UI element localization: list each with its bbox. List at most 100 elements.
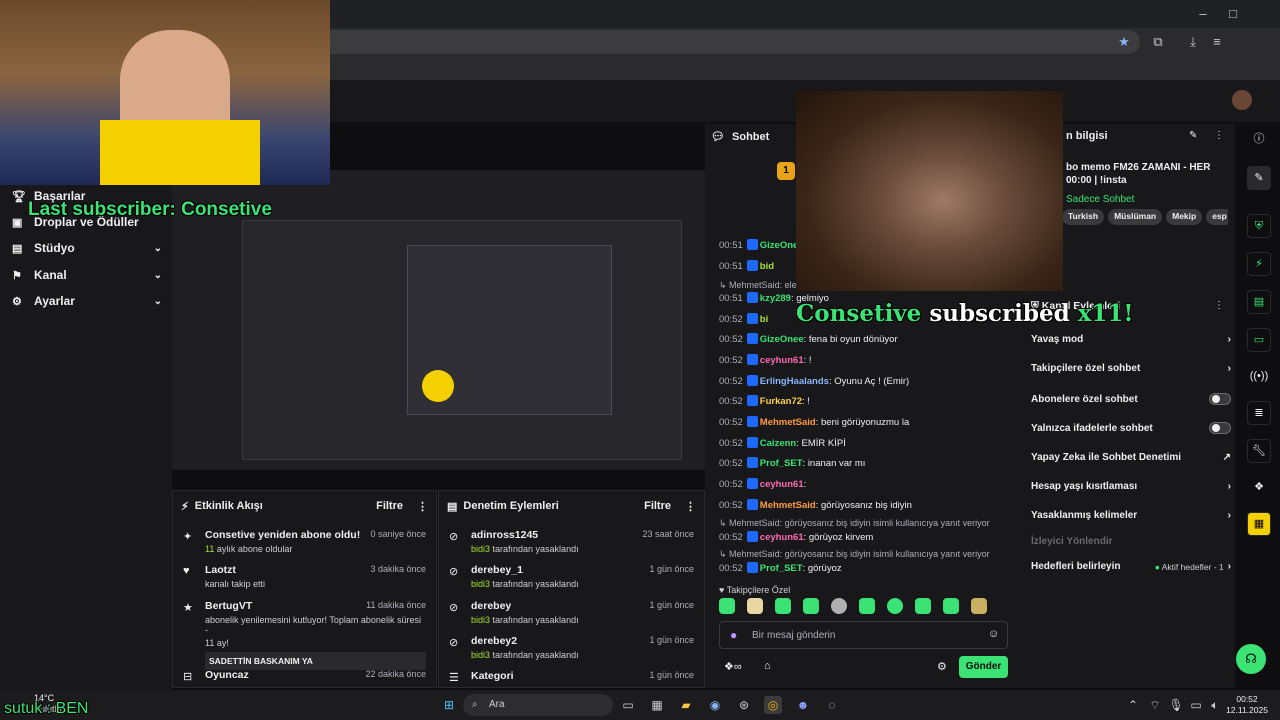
- emote-picker-icon[interactable]: ☺: [988, 628, 999, 640]
- address-bar[interactable]: [330, 30, 1140, 54]
- lightning-icon[interactable]: ⚡︎: [1247, 252, 1271, 276]
- banned-words-row[interactable]: Yasaklanmış kelimeler ›: [1031, 510, 1231, 521]
- bits-icon[interactable]: ❖: [1247, 476, 1271, 500]
- chat-timestamp: 00:52: [719, 438, 743, 449]
- activity-feed-panel: ⚡︎ Etkinlik Akışı Filtre ⋮ ✦ Consetive y…: [172, 490, 437, 688]
- chat-username[interactable]: ceyhun61: [760, 479, 804, 490]
- tag[interactable]: Mekip: [1166, 209, 1203, 225]
- stream-tag-overlay: sutuk : BEN: [4, 700, 89, 717]
- tag[interactable]: esp: [1206, 209, 1228, 225]
- slow-mode-row[interactable]: Yavaş mod ›: [1031, 334, 1231, 345]
- emote-icon[interactable]: [915, 598, 931, 614]
- followers-only-row[interactable]: Takipçilere özel sohbet ›: [1031, 363, 1231, 374]
- more-icon[interactable]: ⋮: [1214, 130, 1224, 141]
- emote-icon[interactable]: [803, 598, 819, 614]
- chat-username[interactable]: bid: [760, 261, 774, 272]
- wrench-icon[interactable]: 🔧︎: [1247, 439, 1271, 463]
- microphone-icon[interactable]: 🎙︎: [1167, 696, 1185, 714]
- chat-username[interactable]: Caizenn: [760, 438, 796, 449]
- more-icon[interactable]: ⋮: [417, 500, 428, 513]
- bookmark-star-icon[interactable]: ★: [1114, 32, 1134, 52]
- support-icon[interactable]: ☊: [1236, 644, 1266, 674]
- taskbar-search[interactable]: ⌕ Ara: [463, 694, 613, 716]
- more-icon[interactable]: ⋮: [1214, 300, 1224, 311]
- goals-row[interactable]: Hedefleri belirleyin ● Aktif hedefler - 1…: [1031, 561, 1231, 572]
- emote-icon[interactable]: [747, 598, 763, 614]
- task-view-icon[interactable]: ▭: [619, 696, 637, 714]
- reply-text: MehmetSaid: elek: [729, 280, 802, 290]
- discord-icon[interactable]: ☻: [794, 696, 812, 714]
- chat-username[interactable]: Prof_SET: [760, 458, 803, 469]
- activity-filter-button[interactable]: Filtre: [376, 500, 403, 512]
- chat-text: : inanan var mı: [802, 458, 866, 469]
- shield-icon[interactable]: ⛨: [1247, 214, 1271, 238]
- steam-icon[interactable]: ⊛: [735, 696, 753, 714]
- chat-username[interactable]: MehmetSaid: [760, 500, 816, 511]
- chat-message: 00:52 GizeOnee: fena bi oyun dönüyor: [719, 333, 1019, 345]
- star-icon: ★: [183, 602, 193, 614]
- download-icon[interactable]: ⤓: [1183, 32, 1203, 52]
- emote-icon[interactable]: [971, 598, 987, 614]
- bits-icon[interactable]: ❖∞: [724, 660, 742, 673]
- gear-icon[interactable]: ⚙: [937, 660, 947, 673]
- broadcast-icon[interactable]: ((•)): [1247, 365, 1271, 389]
- chat-username[interactable]: GizeOnee: [760, 334, 804, 345]
- emote-icon[interactable]: [859, 598, 875, 614]
- chat-username[interactable]: Prof_SET: [760, 563, 803, 574]
- chat-input[interactable]: ● Bir mesaj gönderin ☺: [719, 621, 1008, 649]
- nav-item-studio[interactable]: ▤ Stüdyo ⌄: [12, 238, 162, 258]
- clapper-icon[interactable]: ▦: [1247, 512, 1271, 536]
- chat-username[interactable]: Furkan72: [760, 396, 802, 407]
- sub-only-toggle[interactable]: [1209, 393, 1231, 405]
- more-icon[interactable]: ⋮: [685, 500, 696, 513]
- obs-icon[interactable]: ◌: [823, 696, 841, 714]
- chat-username[interactable]: bi: [760, 314, 768, 325]
- mod-filter-button[interactable]: Filtre: [644, 500, 671, 512]
- avatar[interactable]: [1232, 90, 1252, 110]
- emote-icon[interactable]: [943, 598, 959, 614]
- emote-icon[interactable]: [831, 598, 847, 614]
- app-icon[interactable]: ◉: [706, 696, 724, 714]
- extensions-icon[interactable]: ⧉: [1148, 32, 1168, 52]
- chrome-icon[interactable]: ◎: [764, 696, 782, 714]
- chat-username[interactable]: ceyhun61: [760, 532, 804, 543]
- widgets-icon[interactable]: ▦: [648, 696, 666, 714]
- store-icon[interactable]: ⌂: [764, 660, 771, 672]
- chat-username[interactable]: ErlingHaalands: [760, 376, 829, 387]
- pencil-icon[interactable]: ✎: [1247, 166, 1271, 190]
- chat-username[interactable]: MehmetSaid: [760, 417, 816, 428]
- emote-icon[interactable]: [719, 598, 735, 614]
- edit-icon[interactable]: ✎: [1189, 130, 1197, 141]
- tag[interactable]: Müslüman: [1108, 209, 1163, 225]
- emote-icon[interactable]: [887, 598, 903, 614]
- display-icon[interactable]: ▭: [1187, 696, 1205, 714]
- network-icon[interactable]: ⌔: [1146, 696, 1164, 714]
- chevron-up-icon[interactable]: ⌃: [1124, 696, 1142, 714]
- chat-bubble-icon[interactable]: ▭: [1247, 328, 1271, 352]
- chat-username[interactable]: ceyhun61: [760, 355, 804, 366]
- emote-only-toggle[interactable]: [1209, 422, 1231, 434]
- chat-timestamp: 00:52: [719, 355, 743, 366]
- file-explorer-icon[interactable]: ▰: [677, 696, 695, 714]
- maximize-icon[interactable]: □: [1223, 4, 1243, 24]
- ai-moderation-row[interactable]: Yapay Zeka ile Sohbet Denetimi ↗: [1031, 452, 1231, 463]
- minimize-icon[interactable]: –: [1193, 4, 1213, 24]
- gift-icon: ▣: [12, 216, 23, 229]
- activity-item: ⊟ Oyuncaz 22 dakika önce: [183, 669, 426, 683]
- tag[interactable]: Turkish: [1062, 209, 1105, 225]
- ban-icon: ⊘: [449, 602, 459, 614]
- nav-item-settings[interactable]: ⚙ Ayarlar ⌄: [12, 291, 162, 311]
- windows-start-icon[interactable]: ⊞: [440, 696, 458, 714]
- chat-username[interactable]: kzy289: [760, 293, 791, 304]
- info-icon[interactable]: ⓘ: [1247, 128, 1271, 152]
- emote-icon[interactable]: [775, 598, 791, 614]
- mic-icon[interactable]: ●: [730, 628, 737, 642]
- emoji-face-icon: [422, 370, 454, 402]
- document-icon[interactable]: ▤: [1247, 290, 1271, 314]
- account-age-row[interactable]: Hesap yaşı kısıtlaması ›: [1031, 481, 1231, 492]
- send-button[interactable]: Gönder: [959, 656, 1008, 678]
- menu-icon[interactable]: ≡: [1207, 32, 1227, 52]
- nav-item-channel[interactable]: ⚑ Kanal ⌄: [12, 265, 162, 285]
- list-icon[interactable]: ≣: [1247, 401, 1271, 425]
- chat-text: : görüyoz kirvem: [803, 532, 874, 543]
